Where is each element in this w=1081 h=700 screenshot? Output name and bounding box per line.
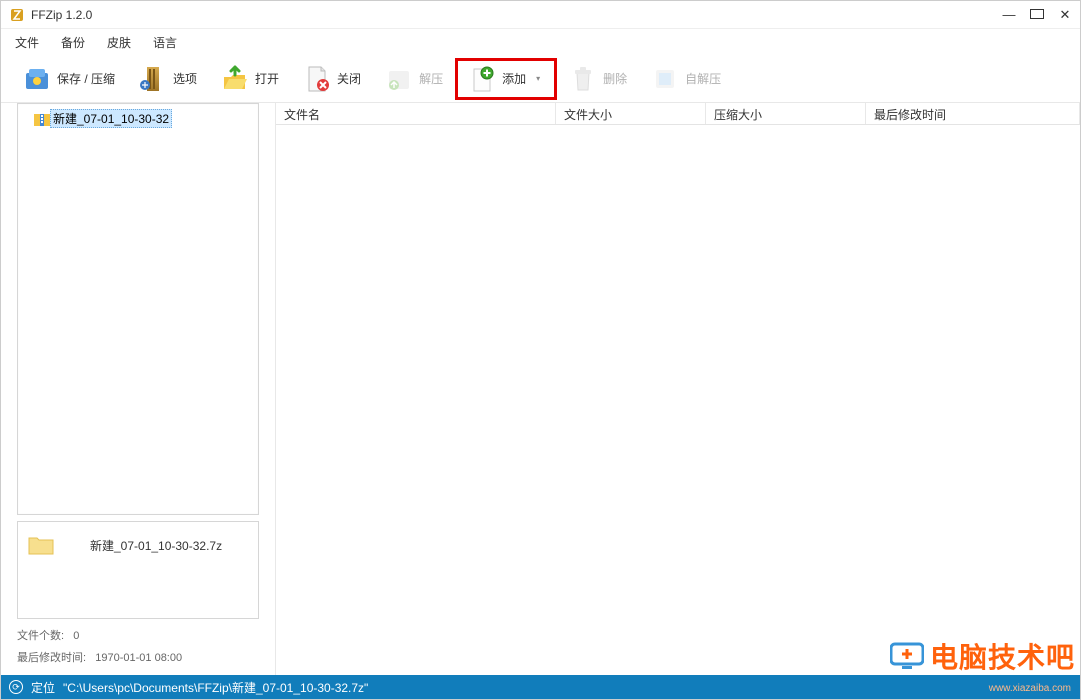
col-size[interactable]: 文件大小 — [556, 103, 706, 124]
locate-icon: ⟳ — [9, 680, 23, 694]
extract-label: 解压 — [419, 70, 443, 87]
save-icon — [23, 65, 51, 93]
options-button[interactable]: 选项 — [127, 58, 209, 100]
open-label: 打开 — [255, 70, 279, 87]
mtime-label: 最后修改时间: — [17, 652, 86, 664]
col-mtime[interactable]: 最后修改时间 — [866, 103, 1080, 124]
open-button[interactable]: 打开 — [209, 58, 291, 100]
open-icon — [221, 65, 249, 93]
menu-language[interactable]: 语言 — [153, 34, 177, 51]
delete-label: 删除 — [603, 70, 627, 87]
delete-button[interactable]: 删除 — [557, 58, 639, 100]
file-list[interactable] — [276, 125, 1080, 675]
minimize-button[interactable]: — — [1002, 8, 1016, 21]
archive-tree[interactable]: 新建_07-01_10-30-32 — [17, 103, 259, 515]
add-dropdown-icon[interactable]: ▾ — [536, 74, 540, 83]
add-button[interactable]: 添加 ▾ — [455, 58, 557, 100]
selfextract-icon — [651, 65, 679, 93]
col-compressed-size[interactable]: 压缩大小 — [706, 103, 866, 124]
folder-icon — [28, 534, 54, 556]
add-file-icon — [468, 65, 496, 93]
save-compress-button[interactable]: 保存 / 压缩 — [11, 58, 127, 100]
status-path: "C:\Users\pc\Documents\FFZip\新建_07-01_10… — [63, 679, 368, 696]
extract-icon — [385, 65, 413, 93]
close-button[interactable]: 关闭 — [291, 58, 373, 100]
file-count-line: 文件个数: 0 — [17, 627, 259, 643]
col-name[interactable]: 文件名 — [276, 103, 556, 124]
titlebar: FFZip 1.2.0 — ✕ — [1, 1, 1080, 29]
menu-backup[interactable]: 备份 — [61, 34, 85, 51]
column-headers: 文件名 文件大小 压缩大小 最后修改时间 — [276, 103, 1080, 125]
close-file-icon — [303, 65, 331, 93]
options-label: 选项 — [173, 70, 197, 87]
archive-tree-icon — [34, 112, 50, 126]
info-panel: 新建_07-01_10-30-32.7z — [17, 521, 259, 619]
menubar: 文件 备份 皮肤 语言 — [1, 29, 1080, 55]
options-icon — [139, 65, 167, 93]
menu-file[interactable]: 文件 — [15, 34, 39, 51]
app-icon — [9, 7, 25, 23]
toolbar: 保存 / 压缩 选项 — [1, 55, 1080, 103]
close-window-button[interactable]: ✕ — [1058, 8, 1072, 21]
file-count-label: 文件个数: — [17, 630, 64, 642]
window-title: FFZip 1.2.0 — [31, 8, 1002, 22]
tree-item[interactable]: 新建_07-01_10-30-32 — [30, 108, 258, 129]
file-list-area: 文件名 文件大小 压缩大小 最后修改时间 — [275, 103, 1080, 675]
tree-item-label: 新建_07-01_10-30-32 — [50, 109, 172, 128]
statusbar: ⟳ 定位 "C:\Users\pc\Documents\FFZip\新建_07-… — [1, 675, 1080, 699]
sidebar: 新建_07-01_10-30-32 新建_07-01_10-30-32.7z 文… — [1, 103, 275, 675]
file-count-value: 0 — [73, 630, 79, 642]
status-label: 定位 — [31, 679, 55, 696]
close-label: 关闭 — [337, 70, 361, 87]
menu-skin[interactable]: 皮肤 — [107, 34, 131, 51]
extract-button[interactable]: 解压 — [373, 58, 455, 100]
mtime-value: 1970-01-01 08:00 — [95, 652, 182, 664]
mtime-line: 最后修改时间: 1970-01-01 08:00 — [17, 649, 259, 665]
selfextract-label: 自解压 — [685, 70, 721, 87]
delete-icon — [569, 65, 597, 93]
maximize-button[interactable] — [1030, 8, 1044, 21]
selfextract-button[interactable]: 自解压 — [639, 58, 733, 100]
save-compress-label: 保存 / 压缩 — [57, 70, 115, 87]
info-filename: 新建_07-01_10-30-32.7z — [90, 537, 222, 554]
add-label: 添加 — [502, 70, 526, 87]
